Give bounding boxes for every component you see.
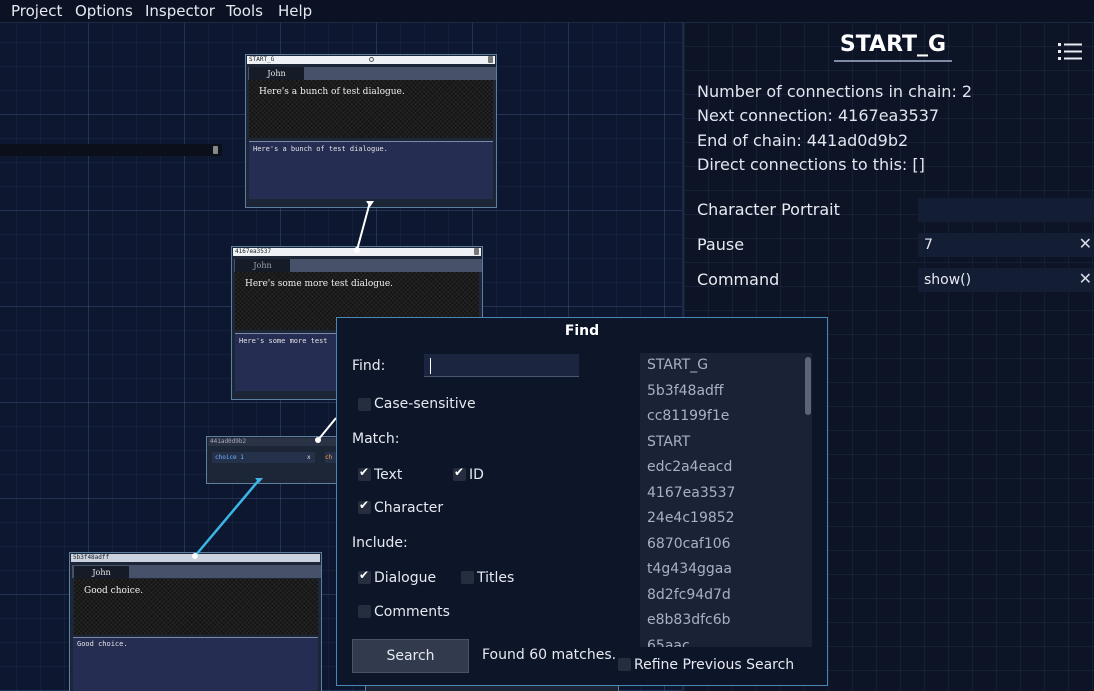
results-scrollbar[interactable]	[805, 357, 811, 415]
command-field[interactable]: show() ✕	[918, 268, 1094, 292]
menu-project[interactable]: Project	[11, 2, 62, 20]
chain-count: Number of connections in chain: 2	[697, 82, 973, 101]
search-button[interactable]: Search	[352, 639, 469, 673]
node-id: 5b3f48adff	[73, 554, 110, 561]
clear-pause-icon[interactable]: ✕	[1079, 234, 1092, 253]
match-id-checkbox[interactable]	[453, 465, 466, 481]
result-item[interactable]: edc2a4eacd	[640, 455, 812, 481]
result-item[interactable]: 5b3f48adff	[640, 379, 812, 405]
case-sensitive-label: Case-sensitive	[374, 396, 476, 412]
trash-icon[interactable]	[474, 248, 479, 255]
dialogue-node-start-g[interactable]: START_G John Here's a bunch of test dial…	[245, 54, 497, 208]
include-comments-label: Comments	[374, 604, 450, 620]
pause-value: 7	[924, 237, 933, 253]
result-item[interactable]: 24e4c19852	[640, 506, 812, 532]
portrait-field[interactable]	[918, 198, 1094, 222]
choice-field[interactable]: choice 1	[212, 452, 315, 463]
case-sensitive-checkbox[interactable]	[358, 398, 371, 411]
node-header[interactable]: 5b3f48adff	[71, 554, 320, 562]
node-id: START_G	[249, 56, 275, 63]
include-label: Include:	[352, 535, 408, 551]
menu-bar: Project Options Inspector Tools Help	[0, 0, 1094, 23]
trash-icon[interactable]	[213, 146, 218, 154]
include-comments-checkbox[interactable]	[358, 605, 371, 618]
dialogue-editor[interactable]: Here's a bunch of test dialogue.	[249, 141, 493, 199]
refine-search-label: Refine Previous Search	[634, 657, 795, 673]
include-titles-checkbox[interactable]	[461, 571, 474, 584]
find-label: Find:	[352, 358, 386, 374]
find-title: Find	[564, 323, 600, 339]
match-character-label: Character	[374, 500, 444, 516]
match-character-checkbox[interactable]	[358, 498, 371, 514]
node-header[interactable]: START_G	[247, 56, 495, 64]
menu-help[interactable]: Help	[278, 2, 312, 20]
connector-icon[interactable]	[369, 57, 374, 62]
match-label: Match:	[352, 431, 400, 447]
result-item[interactable]: 6870caf106	[640, 532, 812, 558]
command-label: Command	[697, 270, 780, 289]
next-connection: Next connection: 4167ea3537	[697, 106, 940, 125]
node-id: 4167ea3537	[235, 248, 272, 255]
character-tab[interactable]: John	[249, 67, 304, 80]
node-header[interactable]: 441ad0d9b2	[208, 438, 339, 446]
character-tab[interactable]: John	[74, 566, 129, 579]
find-input[interactable]	[424, 354, 579, 377]
dialogue-preview: Here's a bunch of test dialogue.	[249, 80, 493, 138]
match-status: Found 60 matches.	[482, 647, 617, 663]
match-text-label: Text	[374, 467, 403, 483]
find-dialog: Find Find: Case-sensitive Match: Text ID…	[336, 317, 828, 686]
results-list[interactable]: START_G 5b3f48adff cc81199f1e START edc2…	[640, 353, 812, 647]
trash-icon[interactable]	[488, 56, 493, 63]
remove-choice-icon[interactable]: x	[307, 452, 311, 463]
refine-search-checkbox[interactable]	[618, 658, 631, 671]
result-item[interactable]: START_G	[640, 353, 812, 379]
inspector-title: START_G	[834, 32, 952, 62]
pause-label: Pause	[697, 235, 745, 254]
clear-command-icon[interactable]: ✕	[1079, 269, 1092, 288]
text-caret	[430, 358, 431, 374]
include-titles-label: Titles	[477, 570, 515, 586]
dialogue-preview: Good choice.	[74, 579, 318, 635]
list-menu-icon[interactable]	[1058, 42, 1082, 62]
menu-options[interactable]: Options	[75, 2, 133, 20]
pause-field[interactable]: 7 ✕	[918, 233, 1094, 257]
match-id-label: ID	[469, 467, 484, 483]
node-header[interactable]: 4167ea3537	[233, 248, 481, 256]
menu-inspector[interactable]: Inspector	[145, 2, 215, 20]
command-value: show()	[924, 272, 972, 288]
portrait-label: Character Portrait	[697, 200, 840, 219]
result-item[interactable]: START	[640, 430, 812, 456]
result-item[interactable]: cc81199f1e	[640, 404, 812, 430]
include-dialogue-checkbox[interactable]	[358, 568, 371, 584]
offscreen-node[interactable]	[0, 144, 222, 156]
node-id: 441ad0d9b2	[210, 438, 247, 445]
dialogue-editor[interactable]: Good choice.	[73, 637, 318, 691]
result-item[interactable]: t4g434ggaa	[640, 557, 812, 583]
direct-connections: Direct connections to this: []	[697, 155, 925, 174]
result-item[interactable]: 65aac...	[640, 634, 812, 648]
result-item[interactable]: 8d2fc94d7d	[640, 583, 812, 609]
match-text-checkbox[interactable]	[358, 465, 371, 481]
menu-tools[interactable]: Tools	[226, 2, 263, 20]
end-of-chain: End of chain: 441ad0d9b2	[697, 131, 909, 150]
result-item[interactable]: e8b83dfc6b	[640, 608, 812, 634]
dialogue-node-5b3f48adff[interactable]: 5b3f48adff John Good choice. Good choice…	[69, 552, 322, 691]
result-item[interactable]: 4167ea3537	[640, 481, 812, 507]
character-tab[interactable]: John	[235, 259, 290, 272]
choice-node-441ad0d9b2[interactable]: 441ad0d9b2 choice 1 x ch	[206, 436, 341, 484]
include-dialogue-label: Dialogue	[374, 570, 437, 586]
